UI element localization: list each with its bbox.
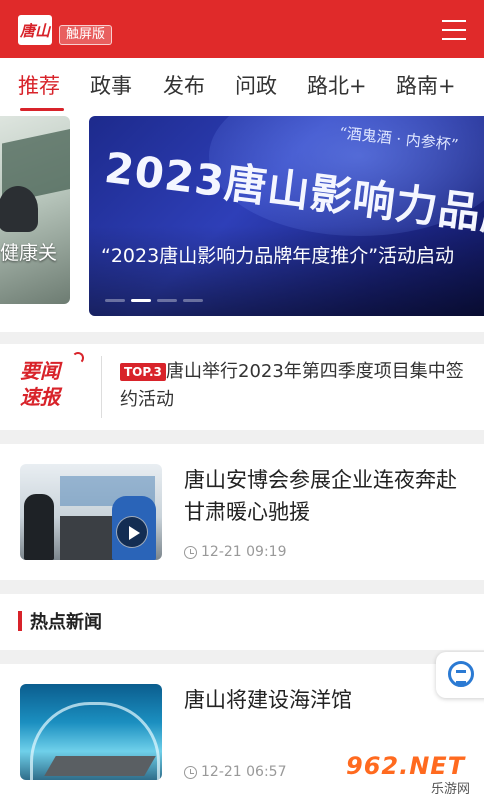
signal-icon [72,352,84,364]
carousel-slide-current[interactable]: “酒鬼酒 · 内参杯” 2023唐山影响力品牌年度 “2023唐山影响力品牌年度… [89,116,484,316]
tab-release[interactable]: 发布 [163,70,205,100]
flash-logo-line2: 速报 [20,385,60,409]
tab-lubei[interactable]: 路北+ [307,70,367,100]
carousel-dot[interactable] [183,299,203,302]
hot-news-section-header: 热点新闻 [0,594,484,650]
news-title[interactable]: 唐山安博会参展企业连夜奔赴甘肃暖心驰援 [184,464,468,528]
divider [101,356,102,418]
top-header: 唐山 触屏版 [0,0,484,58]
carousel-dot[interactable] [131,299,151,302]
floating-accessibility-button[interactable] [436,652,484,698]
thumb-machine [60,516,118,560]
carousel-dot[interactable] [105,299,125,302]
menu-icon[interactable] [442,20,466,40]
slide-caption-shade [89,226,484,316]
site-watermark: 962.NET 乐游网 [346,752,480,797]
carousel-slide-prev[interactable]: 健康关 [0,116,70,304]
logo-text: 唐山 [19,21,50,40]
accessibility-icon [448,661,474,687]
news-title[interactable]: 唐山将建设海洋馆 [184,684,468,716]
active-tab-indicator [20,108,64,111]
news-thumbnail[interactable] [20,464,162,560]
thumb-walkway [44,756,156,776]
carousel-dot[interactable] [157,299,177,302]
slide-image-person [0,186,38,232]
clock-icon [184,765,197,779]
site-logo[interactable]: 唐山 [18,15,52,45]
news-time-text: 12-21 06:57 [201,764,287,780]
section-title: 热点新闻 [30,612,102,633]
tab-lunan[interactable]: 路南+ [396,70,456,100]
slide-caption: “2023唐山影响力品牌年度推介”活动启动 [101,245,455,267]
news-thumbnail[interactable] [20,684,162,780]
news-time: 12-21 06:57 [184,764,286,780]
flash-headline[interactable]: 唐山举行2023年第四季度项目集中签约活动 [120,358,470,414]
news-time-text: 12-21 09:19 [201,544,287,560]
channel-tabs: 推荐 政事 发布 问政 路北+ 路南+ [0,58,484,114]
carousel-dots[interactable] [105,299,203,302]
tab-politics[interactable]: 政事 [90,70,132,100]
watermark-number: 962.NET [346,752,466,780]
watermark-subtext: 乐游网 [428,778,472,797]
banner-carousel[interactable]: 健康关 “酒鬼酒 · 内参杯” 2023唐山影响力品牌年度 “2023唐山影响力… [0,114,484,332]
flash-news[interactable]: 要闻 速报 唐山举行2023年第四季度项目集中签约活动 TOP.3 [0,344,484,430]
touch-version-badge: 触屏版 [59,25,113,45]
tab-inquiry[interactable]: 问政 [235,70,277,100]
thumb-person [24,494,54,560]
news-item[interactable]: 唐山安博会参展企业连夜奔赴甘肃暖心驰援 12-21 09:19 [0,444,484,580]
tab-recommend[interactable]: 推荐 [18,70,60,100]
news-time: 12-21 09:19 [184,544,286,560]
clock-icon [184,545,197,559]
prev-slide-caption: 健康关 [0,242,58,264]
play-video-icon[interactable] [116,516,148,548]
top-rank-badge: TOP.3 [120,363,166,381]
section-marker [18,611,22,631]
flash-news-logo: 要闻 速报 [20,358,88,416]
